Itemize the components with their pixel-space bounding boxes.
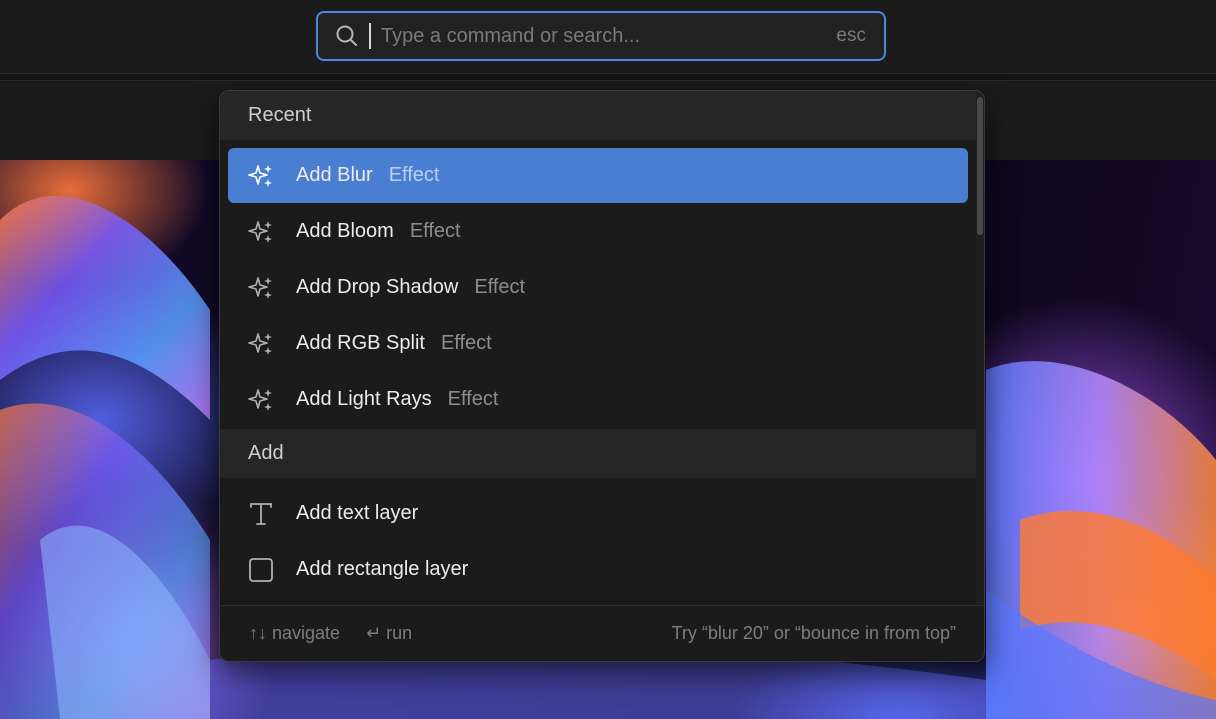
sparkle-icon — [248, 275, 274, 301]
command-search-input[interactable] — [369, 23, 837, 49]
command-category: Effect — [409, 220, 461, 242]
text-icon — [248, 501, 274, 527]
command-item-add-bloom[interactable]: Add Bloom Effect — [228, 204, 968, 259]
command-search-bar[interactable]: esc — [316, 11, 886, 61]
command-label: Add RGB Split — [296, 332, 425, 354]
section-header-recent: Recent — [220, 91, 976, 140]
command-item-add-rgb-split[interactable]: Add RGB Split Effect — [228, 316, 968, 371]
navigate-hint: ↑↓ navigate — [249, 623, 341, 643]
command-category: Effect — [447, 388, 499, 410]
sparkle-icon — [248, 387, 274, 413]
command-item-add-drop-shadow[interactable]: Add Drop Shadow Effect — [228, 260, 968, 315]
command-palette: Recent Add Blur Effect Add Bloom Effect … — [219, 90, 985, 662]
search-tip: Try “blur 20” or “bounce in from top” — [671, 623, 956, 643]
command-label: Add text layer — [296, 502, 419, 524]
run-hint: ↵ run — [366, 623, 413, 643]
command-label: Add Bloom — [296, 220, 394, 242]
command-label: Add Drop Shadow — [296, 276, 459, 298]
command-label: Add Blur — [296, 164, 373, 186]
command-item-add-text-layer[interactable]: Add text layer — [228, 486, 968, 541]
command-item-add-rectangle-layer[interactable]: Add rectangle layer — [228, 542, 968, 597]
command-item-add-blur[interactable]: Add Blur Effect — [228, 148, 968, 203]
scrollbar-thumb[interactable] — [977, 97, 983, 235]
section-header-add: Add — [220, 429, 976, 478]
command-item-add-light-rays[interactable]: Add Light Rays Effect — [228, 372, 968, 427]
esc-hint[interactable]: esc — [836, 25, 866, 47]
palette-footer: ↑↓ navigate ↵ run Try “blur 20” or “boun… — [220, 605, 984, 661]
command-category: Effect — [440, 332, 492, 354]
command-category: Effect — [474, 276, 526, 298]
sparkle-icon — [248, 219, 274, 245]
sparkle-icon — [248, 163, 274, 189]
search-icon — [336, 25, 357, 46]
command-label: Add rectangle layer — [296, 558, 469, 580]
rectangle-icon — [248, 557, 274, 583]
sparkle-icon — [248, 331, 274, 357]
palette-scrollbar[interactable] — [976, 91, 984, 605]
command-category: Effect — [388, 164, 440, 186]
command-label: Add Light Rays — [296, 388, 432, 410]
